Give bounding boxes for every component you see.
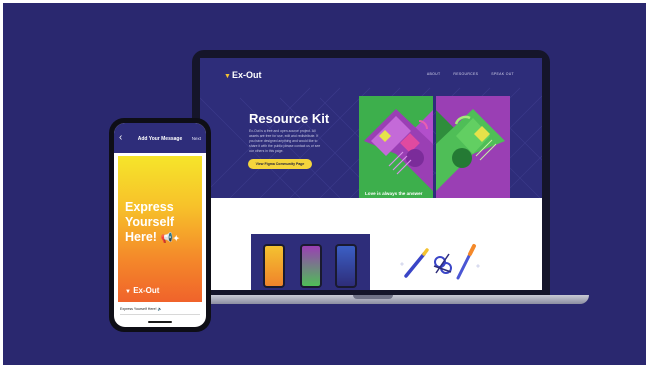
laptop-notch: [353, 295, 393, 299]
mini-phone: [263, 244, 285, 288]
poster-green: Love is always the answer: [359, 96, 433, 211]
site-logo-text: Ex-Out: [231, 70, 262, 80]
divider: [120, 314, 200, 315]
message-caption: Express Yourself Here! 🔈: [120, 307, 163, 311]
phone-screen: ‹ Add Your Message Next Express Yourself…: [114, 123, 206, 327]
message-card[interactable]: Express Yourself Here! 📢✦ ▼ Ex-Out: [118, 156, 202, 302]
hero-description: Ex-Out is a free and open-source project…: [249, 129, 321, 153]
phone-header: ‹ Add Your Message Next: [114, 123, 206, 153]
poster-purple: ▾Ex-Out: [436, 96, 510, 211]
home-indicator: [148, 321, 172, 323]
poster-caption: Love is always the answer: [365, 191, 423, 196]
site-nav: ABOUT RESOURCES SPEAK OUT: [427, 72, 514, 76]
megaphone-icon: 📢: [160, 233, 173, 244]
tools-card[interactable]: [384, 234, 494, 290]
scissors-icon: [433, 253, 452, 274]
message-text: Express Yourself Here! 📢✦: [125, 200, 180, 246]
figma-community-button[interactable]: View Figma Community Page: [248, 159, 312, 169]
tools-illustration: [400, 244, 480, 280]
message-line-3: Here!: [125, 230, 157, 244]
card-logo: ▼ Ex-Out: [125, 286, 159, 295]
card-logo-text: Ex-Out: [133, 286, 160, 295]
page-title: Resource Kit: [249, 111, 330, 126]
next-button[interactable]: Next: [192, 136, 201, 141]
brush-icon: [456, 244, 476, 280]
heart-half-right-art: [436, 109, 505, 191]
message-line-2: Yourself: [125, 215, 175, 229]
mini-phone: [300, 244, 322, 288]
nav-resources[interactable]: RESOURCES: [453, 72, 478, 76]
phone-mockups-card[interactable]: [251, 234, 370, 290]
chevron-icon: ▼: [224, 73, 231, 80]
site-logo[interactable]: ▼Ex-Out: [224, 70, 261, 80]
nav-speak-out[interactable]: SPEAK OUT: [491, 72, 514, 76]
mini-phone: [335, 244, 357, 288]
phone-frame: ‹ Add Your Message Next Express Yourself…: [109, 118, 211, 332]
chevron-icon: ▼: [125, 289, 131, 295]
showcase-stage: ▼Ex-Out ABOUT RESOURCES SPEAK OUT Resour…: [3, 3, 646, 365]
pen-icon: [404, 248, 429, 278]
nav-about[interactable]: ABOUT: [427, 72, 441, 76]
site-content: [200, 198, 542, 290]
sparkle-icon: ✦: [172, 234, 180, 243]
message-line-1: Express: [125, 200, 174, 214]
laptop-screen: ▼Ex-Out ABOUT RESOURCES SPEAK OUT Resour…: [200, 58, 542, 290]
